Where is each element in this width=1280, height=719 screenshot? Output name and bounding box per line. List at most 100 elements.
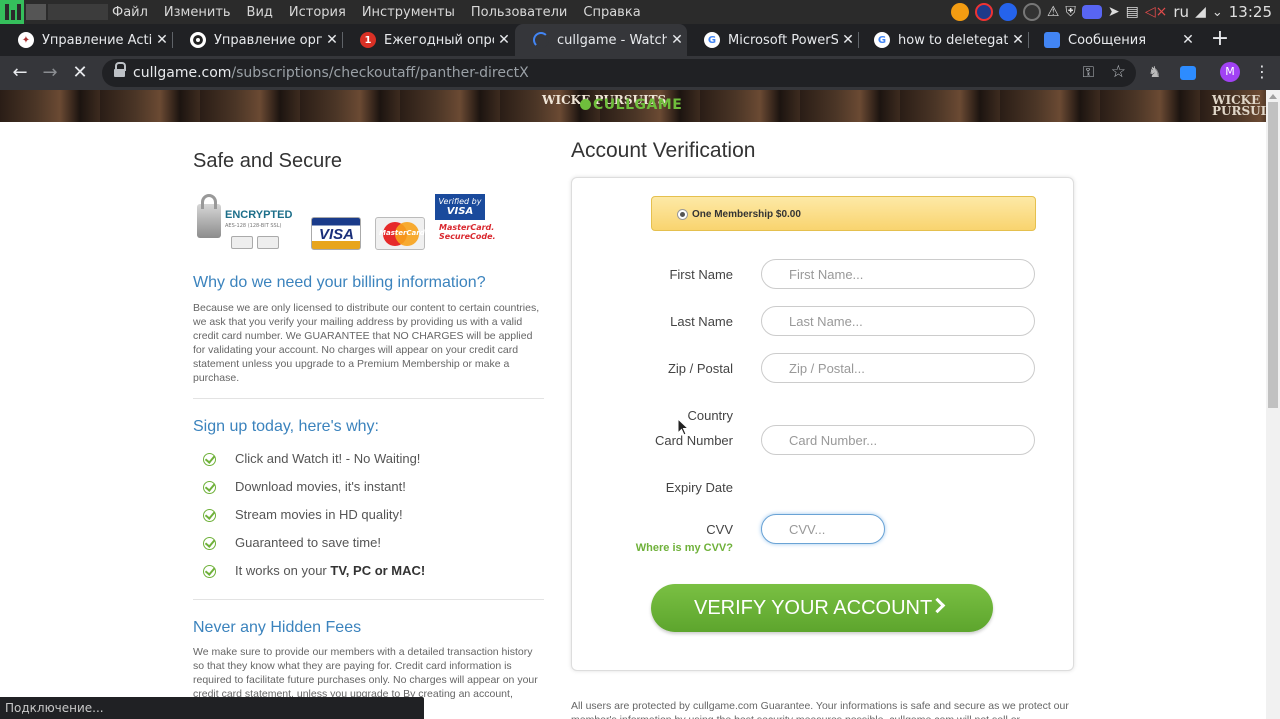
system-tray: ⚠ ⛨ ➤ ▤ ◁× ru ◢ ⌄ 13:25	[950, 0, 1280, 24]
close-icon[interactable]: ✕	[667, 32, 687, 48]
status-bar: Подключение...	[0, 697, 424, 719]
close-icon[interactable]: ✕	[838, 32, 858, 48]
close-icon[interactable]: ✕	[152, 32, 172, 48]
discord-icon[interactable]	[1081, 5, 1102, 19]
browser-toolbar: ← → ✕ cullgame.com/subscriptions/checkou…	[0, 56, 1280, 90]
network-icon[interactable]: ◢	[1195, 4, 1206, 20]
clipboard-icon[interactable]: ▤	[1126, 4, 1139, 20]
alert-icon[interactable]: ⚠	[1047, 4, 1060, 20]
manjaro-logo-icon[interactable]	[0, 0, 24, 24]
new-tab-button[interactable]: +	[1208, 24, 1232, 56]
last-name-field[interactable]	[761, 306, 1035, 336]
extension-icon[interactable]: ♞	[1148, 63, 1168, 83]
security-badges: ENCRYPTED AES-128 (128-BIT SSL) VISA Mas…	[193, 192, 496, 252]
keyboard-layout[interactable]: ru	[1173, 3, 1189, 21]
list-item: Download movies, it's instant!	[200, 478, 520, 498]
tab-2[interactable]: Управление орган ✕	[172, 24, 343, 56]
tab-7[interactable]: Сообщения ✕	[1026, 24, 1198, 56]
obs-tray-icon[interactable]	[1022, 3, 1041, 21]
workspace-switcher[interactable]	[26, 0, 108, 24]
membership-option[interactable]: One Membership $0.00	[651, 196, 1036, 231]
divider	[193, 599, 544, 600]
workspace-1[interactable]	[26, 4, 46, 20]
signup-heading: Sign up today, here's why:	[193, 418, 379, 435]
chevron-down-icon[interactable]: ⌄	[1212, 5, 1223, 20]
membership-label: One Membership $0.00	[692, 209, 801, 220]
tab-title: Microsoft PowerSh	[728, 32, 838, 48]
forward-arrow-icon[interactable]: →	[38, 61, 62, 85]
sync-tray-icon[interactable]	[998, 3, 1017, 21]
os-top-bar: Файл Изменить Вид История Инструменты По…	[0, 0, 1280, 24]
page-scrollbar[interactable]	[1266, 90, 1280, 719]
first-name-field[interactable]	[761, 259, 1035, 289]
menu-kebab-icon[interactable]: ⋮	[1254, 62, 1270, 81]
card-number-label: Card Number	[654, 433, 733, 448]
mastercard-securecode-icon: MasterCard. SecureCode.	[439, 223, 496, 241]
why-billing-text: Because we are only licensed to distribu…	[193, 302, 540, 384]
tab-5[interactable]: G Microsoft PowerSh ✕	[686, 24, 859, 56]
verified-by-visa-icon: Verified by VISA	[435, 194, 485, 220]
close-icon[interactable]: ✕	[494, 32, 514, 48]
mastercard-mini-icon	[257, 236, 279, 249]
zoom-extension-icon[interactable]	[1180, 66, 1196, 80]
app-tray-icon[interactable]	[974, 3, 993, 21]
scroll-up-arrow-icon[interactable]	[1269, 94, 1277, 99]
check-circle-icon	[203, 537, 216, 550]
where-is-cvv-link[interactable]: Where is my CVV?	[600, 542, 733, 554]
zip-label: Zip / Postal	[667, 361, 733, 376]
loading-icon	[533, 32, 549, 48]
key-icon[interactable]: ⚿	[1083, 63, 1094, 81]
app-menu-bar: Файл Изменить Вид История Инструменты По…	[104, 0, 649, 24]
bookmark-star-icon[interactable]: ☆	[1111, 62, 1126, 82]
google-icon: G	[704, 32, 720, 48]
close-icon[interactable]: ✕	[1178, 32, 1198, 48]
lock-icon[interactable]	[114, 62, 126, 77]
telegram-icon[interactable]: ➤	[1108, 4, 1120, 20]
close-icon[interactable]: ✕	[1008, 32, 1028, 48]
card-number-field[interactable]	[761, 425, 1035, 455]
visa-card-icon: VISA	[311, 217, 361, 250]
tab-title: Управление Active	[42, 32, 152, 48]
volume-muted-icon[interactable]: ◁×	[1145, 4, 1168, 20]
tab-6[interactable]: G how to deletegate ✕	[856, 24, 1029, 56]
menu-view[interactable]: Вид	[239, 5, 281, 20]
profile-avatar[interactable]: M	[1220, 62, 1240, 82]
menu-help[interactable]: Справка	[575, 5, 648, 20]
menu-history[interactable]: История	[281, 5, 354, 20]
account-verification-heading: Account Verification	[571, 139, 756, 162]
hidden-fees-heading: Never any Hidden Fees	[193, 619, 362, 636]
back-arrow-icon[interactable]: ←	[8, 61, 32, 85]
globe-icon	[190, 32, 206, 48]
tab-4-active[interactable]: cullgame - Watch M ✕	[515, 24, 687, 56]
mouse-cursor-icon	[677, 418, 689, 436]
last-name-label: Last Name	[670, 314, 733, 329]
tab-title: Управление орган	[214, 32, 322, 48]
clock[interactable]: 13:25	[1229, 3, 1272, 21]
stop-loading-icon[interactable]: ✕	[68, 61, 92, 85]
menu-edit[interactable]: Изменить	[156, 5, 239, 20]
shield-icon[interactable]: ⛨	[1065, 4, 1076, 20]
verify-account-button[interactable]: VERIFY YOUR ACCOUNT	[651, 584, 993, 632]
divider	[193, 398, 544, 399]
cvv-field[interactable]	[761, 514, 885, 544]
scrollbar-thumb[interactable]	[1268, 102, 1278, 408]
workspace-2[interactable]	[48, 4, 108, 20]
tab-1[interactable]: ✦ Управление Active ✕	[0, 24, 173, 56]
url-text[interactable]: cullgame.com/subscriptions/checkoutaff/p…	[133, 65, 529, 81]
cullgame-logo[interactable]: CULLGAME	[580, 97, 682, 113]
tab-title: Сообщения	[1068, 32, 1147, 48]
safe-secure-heading: Safe and Secure	[193, 150, 342, 172]
menu-users[interactable]: Пользователи	[463, 5, 576, 20]
tab-3[interactable]: 1 Ежегодный опрос ✕	[342, 24, 514, 56]
menu-file[interactable]: Файл	[104, 5, 156, 20]
check-circle-icon	[203, 481, 216, 494]
messages-icon	[1044, 32, 1060, 48]
check-circle-icon	[203, 453, 216, 466]
address-bar[interactable]: cullgame.com/subscriptions/checkoutaff/p…	[102, 59, 1136, 87]
zip-field[interactable]	[761, 353, 1035, 383]
expiry-date-label: Expiry Date	[665, 480, 733, 495]
close-icon[interactable]: ✕	[322, 32, 342, 48]
membership-radio[interactable]	[677, 209, 688, 220]
chrome-tray-icon[interactable]	[950, 3, 969, 21]
menu-tools[interactable]: Инструменты	[354, 5, 463, 20]
